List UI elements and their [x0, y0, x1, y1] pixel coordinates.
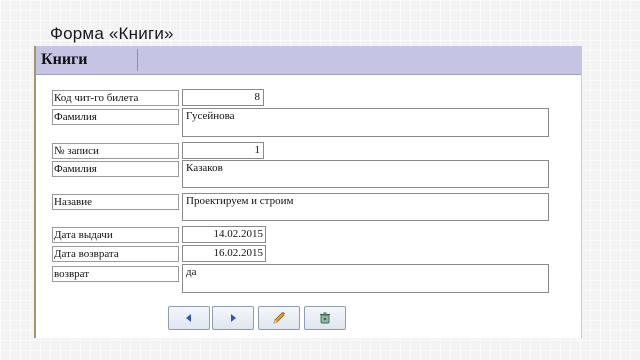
edit-record-button[interactable] [258, 306, 300, 330]
label-reader-surname: Фамилия [52, 109, 179, 125]
ticket-code-field[interactable]: 8 [182, 89, 264, 106]
label-returned: возврат [52, 266, 179, 282]
label-issue-date: Дата выдачи [52, 227, 179, 243]
delete-icon [318, 311, 332, 325]
label-author-surname: Фамилия [52, 161, 179, 177]
record-number-field[interactable]: 1 [182, 142, 264, 159]
delete-record-button[interactable] [304, 306, 346, 330]
pencil-icon [271, 310, 287, 326]
returned-field[interactable]: да [182, 264, 549, 293]
form-header: Книги [36, 46, 581, 75]
form-title: Книги [38, 49, 138, 71]
label-record-number: № записи [52, 143, 179, 159]
next-record-button[interactable] [212, 306, 254, 330]
arrow-right-icon [228, 313, 238, 323]
slide-title: Форма «Книги» [50, 24, 174, 43]
issue-date-field[interactable]: 14.02.2015 [182, 226, 266, 243]
label-book-title: Назавие [52, 194, 179, 210]
return-date-field[interactable]: 16.02.2015 [182, 245, 266, 262]
previous-record-button[interactable] [168, 306, 210, 330]
author-surname-field[interactable]: Казаков [182, 160, 549, 188]
label-ticket-code: Код чит-го билета [52, 90, 179, 106]
reader-surname-field[interactable]: Гусейнова [182, 108, 549, 137]
book-title-field[interactable]: Проектируем и строим [182, 193, 549, 221]
arrow-left-icon [184, 313, 194, 323]
label-return-date: Дата возврата [52, 246, 179, 262]
